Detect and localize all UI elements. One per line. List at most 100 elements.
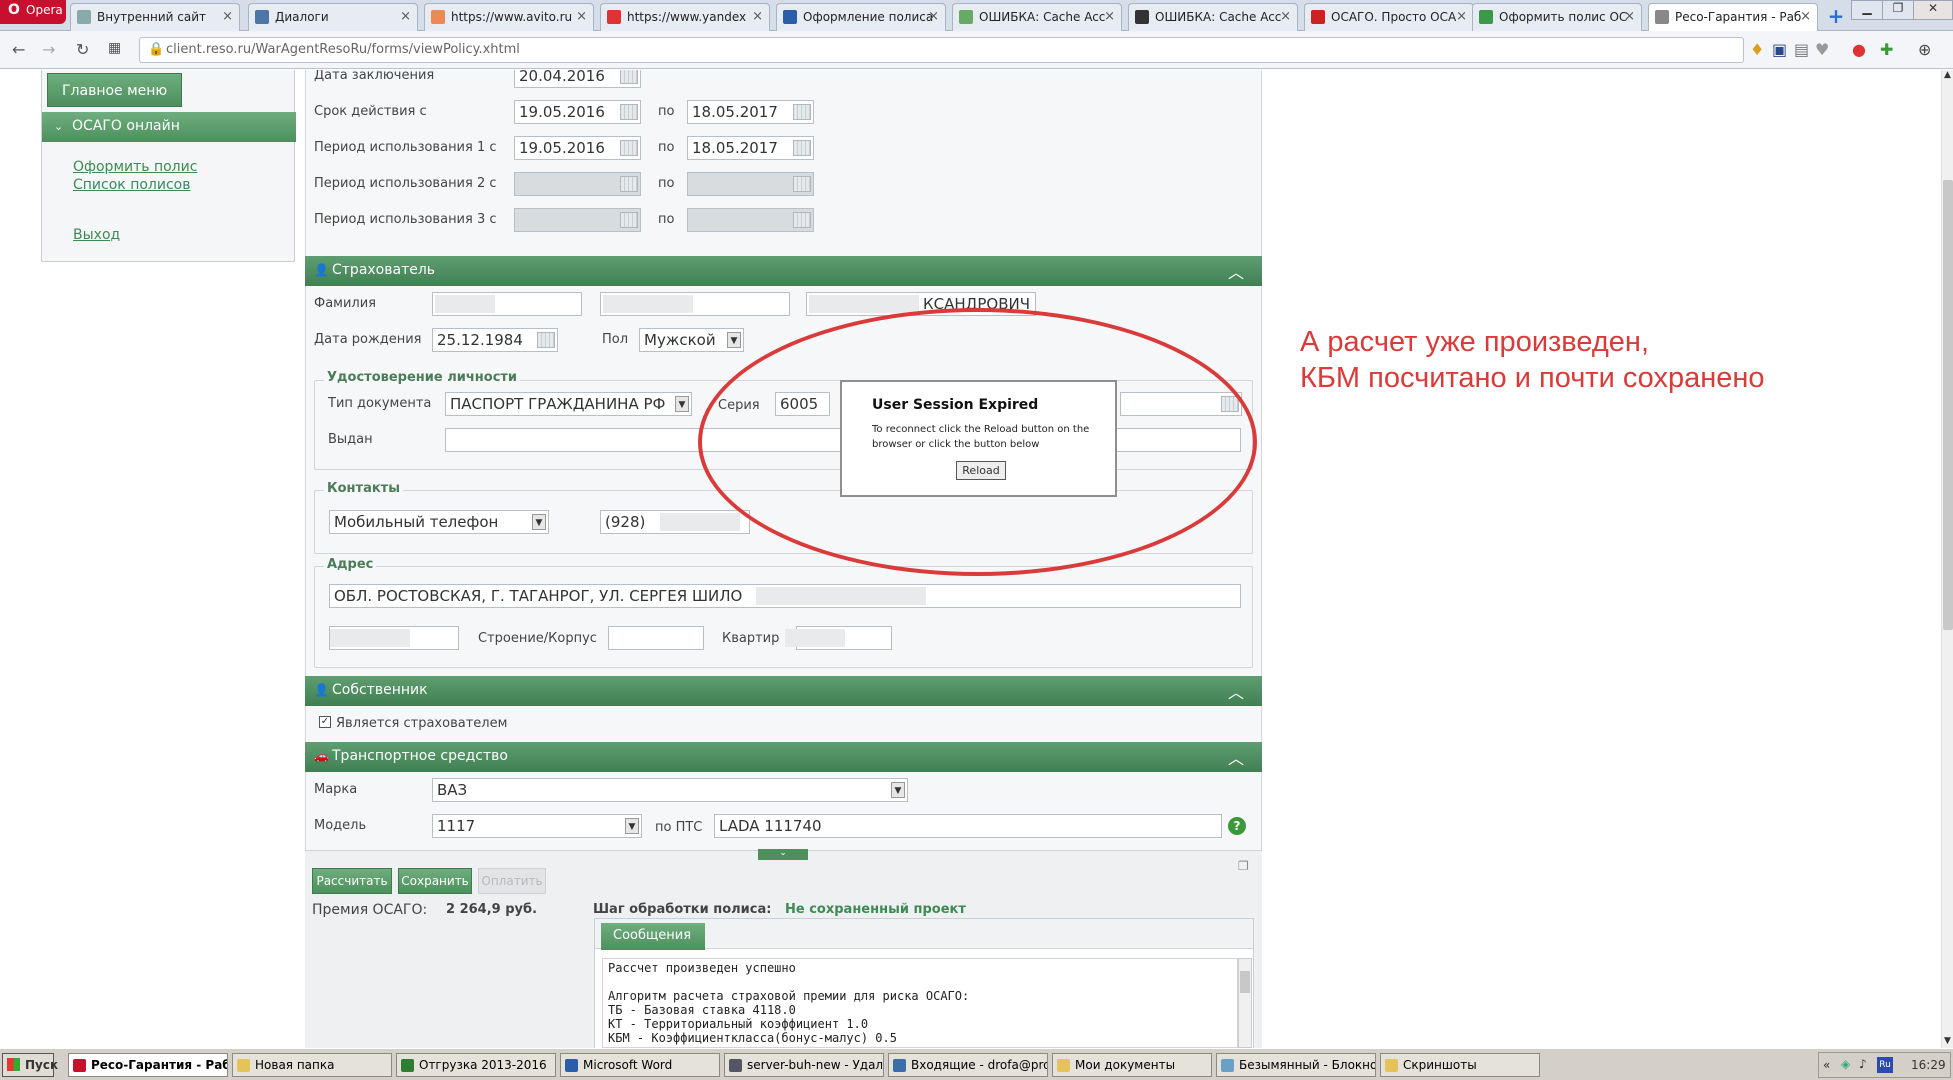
expand-panel-icon[interactable]: ⌄ — [758, 849, 808, 860]
model-select[interactable]: 1117 ▼ — [432, 814, 642, 838]
period1-from-field[interactable]: 19.05.2016 — [514, 136, 641, 160]
main-menu-button[interactable]: Главное меню — [47, 73, 182, 107]
minimize-button[interactable]: ▁ — [1851, 0, 1883, 20]
taskbar-item-mail[interactable]: Входящие - drofa@prot... — [888, 1053, 1048, 1077]
vehicle-section-header[interactable]: 🚗 Транспортное средство ︿ — [305, 742, 1262, 772]
close-icon[interactable]: × — [1104, 9, 1115, 24]
close-icon[interactable]: × — [928, 9, 939, 24]
tab-error-cache-1[interactable]: ОШИБКА: Cache Acc × — [952, 3, 1122, 31]
close-icon[interactable]: × — [1624, 9, 1635, 24]
page-scrollbar[interactable]: ▲ ▼ — [1941, 70, 1953, 1048]
network-icon[interactable]: ◈ — [1841, 1057, 1850, 1071]
back-icon[interactable]: ← — [12, 40, 25, 59]
stash-icon[interactable]: ▤ — [1794, 40, 1809, 59]
calendar-icon[interactable] — [537, 332, 555, 348]
term-from-field[interactable]: 19.05.2016 — [514, 100, 641, 124]
calendar-icon[interactable] — [793, 104, 811, 120]
volume-icon[interactable]: ♪ — [1859, 1057, 1867, 1071]
dob-field[interactable]: 25.12.1984 — [432, 328, 558, 352]
close-icon[interactable]: × — [1800, 9, 1811, 24]
calendar-icon[interactable] — [620, 140, 638, 156]
url-field[interactable]: 🔒 client.reso.ru/WarAgentResoRu/forms/vie… — [139, 37, 1744, 63]
building-field[interactable] — [608, 626, 704, 650]
policy-list-link[interactable]: Список полисов — [73, 177, 190, 193]
opera-menu-button[interactable]: Opera — [0, 0, 66, 24]
term-to-field[interactable]: 18.05.2017 — [687, 100, 814, 124]
scrollbar-thumb[interactable] — [1943, 180, 1953, 630]
start-button[interactable]: Пуск — [2, 1053, 58, 1077]
scroll-up-icon[interactable]: ▲ — [1944, 70, 1951, 80]
collapse-icon[interactable]: ︿ — [1228, 745, 1244, 769]
tab-label: https://www.avito.ru — [451, 10, 573, 24]
close-icon[interactable]: × — [222, 9, 233, 24]
collapse-icon[interactable]: ︿ — [1228, 679, 1244, 703]
taskbar-item-documents[interactable]: Мои документы — [1052, 1053, 1212, 1077]
messages-tab[interactable]: Сообщения — [601, 923, 705, 950]
tray-expand-icon[interactable]: « — [1823, 1058, 1830, 1072]
make-select[interactable]: ВАЗ ▼ — [432, 778, 908, 802]
calendar-icon[interactable] — [793, 140, 811, 156]
help-icon[interactable]: ? — [1228, 817, 1246, 835]
tab-reso-active[interactable]: Ресо-Гарантия - Раб × — [1648, 3, 1818, 32]
scrollbar-thumb[interactable] — [1240, 971, 1250, 993]
close-icon[interactable]: × — [1456, 9, 1467, 24]
logout-link[interactable]: Выход — [73, 227, 120, 243]
tab-dialogs[interactable]: Диалоги × — [248, 3, 418, 31]
taskbar-item-screenshots[interactable]: Скриншоты — [1380, 1053, 1540, 1077]
messages-scrollbar[interactable] — [1238, 958, 1252, 1048]
tab-internal-site[interactable]: Внутренний сайт × — [70, 3, 240, 31]
scroll-down-icon[interactable]: ▼ — [1944, 1036, 1951, 1046]
close-icon[interactable]: × — [576, 9, 587, 24]
tab-avito[interactable]: https://www.avito.ru × — [424, 3, 594, 31]
tab-vsk-policy[interactable]: Оформление полиса × — [776, 3, 946, 31]
car-icon: 🚗 — [314, 749, 329, 763]
download-icon[interactable]: ⊕ — [1918, 40, 1931, 59]
extension-icon[interactable]: ♦ — [1750, 40, 1764, 59]
adblock-icon[interactable]: ● — [1852, 40, 1866, 59]
calculate-button[interactable]: Рассчитать — [312, 868, 392, 894]
tab-osago-simple[interactable]: ОСАГО. Просто ОСА × — [1304, 3, 1474, 31]
restore-panel-icon[interactable]: ❐ — [1238, 859, 1249, 873]
collapse-icon[interactable]: ︿ — [1228, 259, 1244, 283]
insurer-section-header[interactable]: 👤 Страхователь ︿ — [305, 256, 1262, 286]
save-page-icon[interactable]: ▣ — [1772, 40, 1787, 59]
close-window-button[interactable]: ✕ — [1913, 0, 1953, 20]
issue-policy-link[interactable]: Оформить полис — [73, 159, 197, 175]
period1-to-field[interactable]: 18.05.2017 — [687, 136, 814, 160]
tab-yandex[interactable]: https://www.yandex × — [600, 3, 770, 31]
extension-icon-2[interactable]: ✚ — [1880, 40, 1893, 59]
doc-type-select[interactable]: ПАСПОРТ ГРАЖДАНИНА РФ ▼ — [445, 392, 692, 416]
taskbar-item-excel[interactable]: Отгрузка 2013-2016 — [396, 1053, 556, 1077]
taskbar-item-word[interactable]: Microsoft Word — [560, 1053, 720, 1077]
date-concluded-field[interactable]: 20.04.2016 — [514, 70, 641, 88]
save-button[interactable]: Сохранить — [398, 868, 472, 894]
calendar-icon[interactable] — [620, 70, 638, 84]
tab-label: Ресо-Гарантия - Раб — [1675, 10, 1802, 24]
heart-icon[interactable]: ♥ — [1815, 40, 1829, 59]
annotation-line-2: КБМ посчитано и почти сохранено — [1300, 362, 1765, 394]
taskbar-item-opera[interactable]: Ресо-Гарантия - Раб... — [68, 1053, 228, 1077]
maximize-button[interactable]: ❐ — [1882, 0, 1914, 20]
close-icon[interactable]: × — [1280, 9, 1291, 24]
is-insurer-checkbox[interactable]: ✓ — [319, 716, 331, 728]
taskbar-item-notepad[interactable]: Безымянный - Блокнот — [1216, 1053, 1376, 1077]
taskbar-item-remote[interactable]: server-buh-new - Удале... — [724, 1053, 884, 1077]
owner-section-header[interactable]: 👤 Собственник ︿ — [305, 676, 1262, 706]
close-icon[interactable]: × — [400, 9, 411, 24]
blurred-surname — [435, 295, 495, 313]
forward-icon[interactable]: → — [42, 40, 55, 59]
premium-label: Премия ОСАГО: — [312, 902, 428, 918]
gender-select[interactable]: Мужской ▼ — [639, 328, 744, 352]
contact-type-select[interactable]: Мобильный телефон ▼ — [329, 510, 549, 534]
new-tab-button[interactable]: + — [1824, 4, 1848, 28]
close-icon[interactable]: × — [752, 9, 763, 24]
reload-icon[interactable]: ↻ — [76, 40, 89, 59]
language-indicator[interactable]: Ru — [1877, 1057, 1893, 1073]
speed-dial-icon[interactable]: ▦ — [108, 40, 121, 56]
tab-error-cache-2[interactable]: ОШИБКА: Cache Acc × — [1128, 3, 1298, 31]
taskbar-item-folder[interactable]: Новая папка — [232, 1053, 392, 1077]
pts-model-field[interactable]: LADA 111740 — [714, 814, 1222, 838]
calendar-icon[interactable] — [620, 104, 638, 120]
tab-issue-policy[interactable]: Оформить полис ОС × — [1472, 3, 1642, 31]
sidebar-section-osago[interactable]: ⌄ ОСАГО онлайн — [42, 112, 296, 142]
